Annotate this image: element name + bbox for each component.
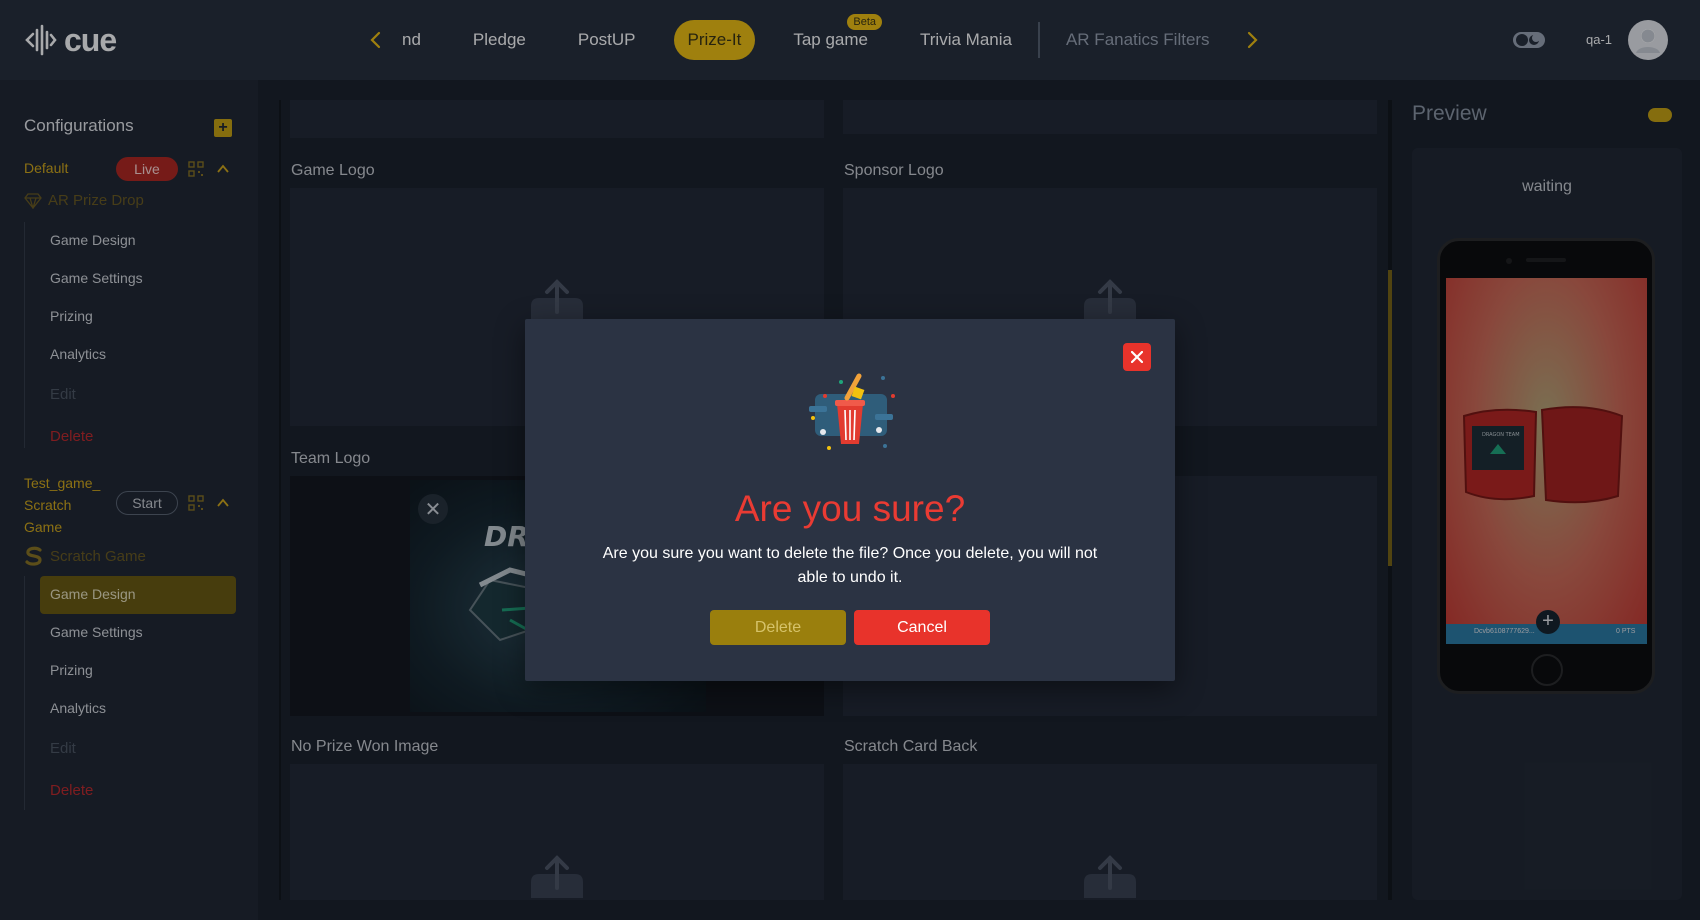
close-icon [1131,351,1143,363]
confirm-delete-button[interactable]: Delete [710,610,846,645]
dialog-close-button[interactable] [1123,343,1151,371]
cancel-button[interactable]: Cancel [854,610,990,645]
dialog-message: Are you sure you want to delete the file… [602,545,1098,586]
dialog-title: Are you sure? [734,488,966,529]
trash-bin-illustration-icon [809,373,895,450]
